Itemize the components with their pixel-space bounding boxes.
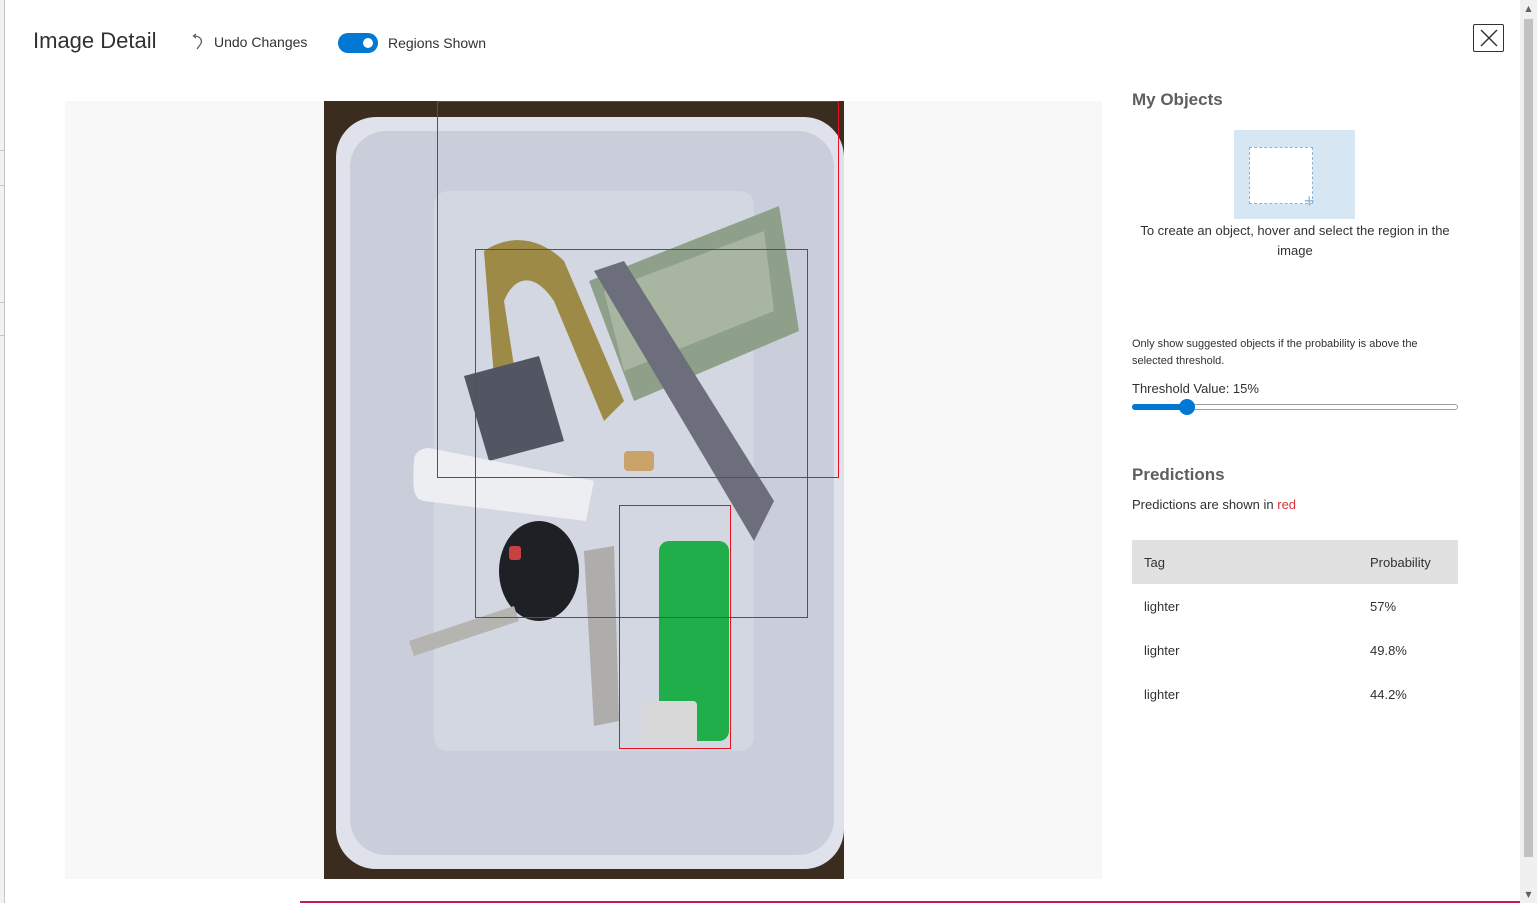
scrollbar-thumb[interactable] <box>1524 19 1533 857</box>
threshold-value-label: Threshold Value: 15% <box>1132 381 1259 396</box>
toggle-knob <box>363 38 373 48</box>
table-row[interactable]: lighter 57% <box>1132 584 1458 628</box>
threshold-note: Only show suggested objects if the proba… <box>1132 338 1418 367</box>
threshold-slider[interactable] <box>1132 399 1458 415</box>
dialog-title: Image Detail <box>33 28 157 53</box>
predictions-color-word: red <box>1277 497 1297 512</box>
tagged-image[interactable] <box>324 101 844 879</box>
row-probability: 57% <box>1370 598 1397 614</box>
table-row[interactable]: lighter 49.8% <box>1132 628 1458 672</box>
column-header-tag: Tag <box>1144 554 1165 570</box>
undo-icon <box>192 33 202 50</box>
row-tag: lighter <box>1144 598 1180 614</box>
predictions-table: Tag Probability lighter 57% lighter 49.8… <box>1132 540 1458 716</box>
vertical-scrollbar[interactable]: ▲ ▼ <box>1520 0 1537 903</box>
predictions-title: Predictions <box>1132 465 1225 484</box>
predictions-note-text: Predictions are shown in <box>1132 497 1278 512</box>
row-tag: lighter <box>1144 686 1180 702</box>
column-header-probability: Probability <box>1370 554 1431 570</box>
row-probability: 49.8% <box>1370 642 1407 658</box>
prediction-region-3[interactable] <box>619 505 731 749</box>
regions-shown-toggle[interactable] <box>338 33 378 53</box>
background-page-edge <box>0 0 5 903</box>
create-object-hint: To create an object, hover and select th… <box>1140 223 1450 258</box>
regions-toggle-group: Regions Shown <box>338 33 486 53</box>
image-stage <box>65 101 1102 879</box>
close-button[interactable] <box>1473 24 1504 52</box>
scroll-down-arrow-icon[interactable]: ▼ <box>1520 886 1537 903</box>
table-header: Tag Probability <box>1132 540 1458 584</box>
predictions-note: Predictions are shown in red <box>1132 497 1296 512</box>
slider-handle[interactable] <box>1178 399 1195 415</box>
create-object-button[interactable]: + <box>1234 130 1355 219</box>
close-icon <box>1480 29 1497 47</box>
undo-changes-button[interactable]: Undo Changes <box>190 33 307 51</box>
undo-changes-label: Undo Changes <box>214 34 308 50</box>
row-probability: 44.2% <box>1370 686 1407 702</box>
dialog-header: Image Detail Undo Changes Regions Shown <box>0 0 1520 88</box>
my-objects-title: My Objects <box>1132 90 1223 109</box>
row-tag: lighter <box>1144 642 1180 658</box>
table-row[interactable]: lighter 44.2% <box>1132 672 1458 716</box>
plus-icon: + <box>1304 191 1315 211</box>
regions-shown-label: Regions Shown <box>388 35 487 51</box>
scroll-up-arrow-icon[interactable]: ▲ <box>1520 0 1537 17</box>
